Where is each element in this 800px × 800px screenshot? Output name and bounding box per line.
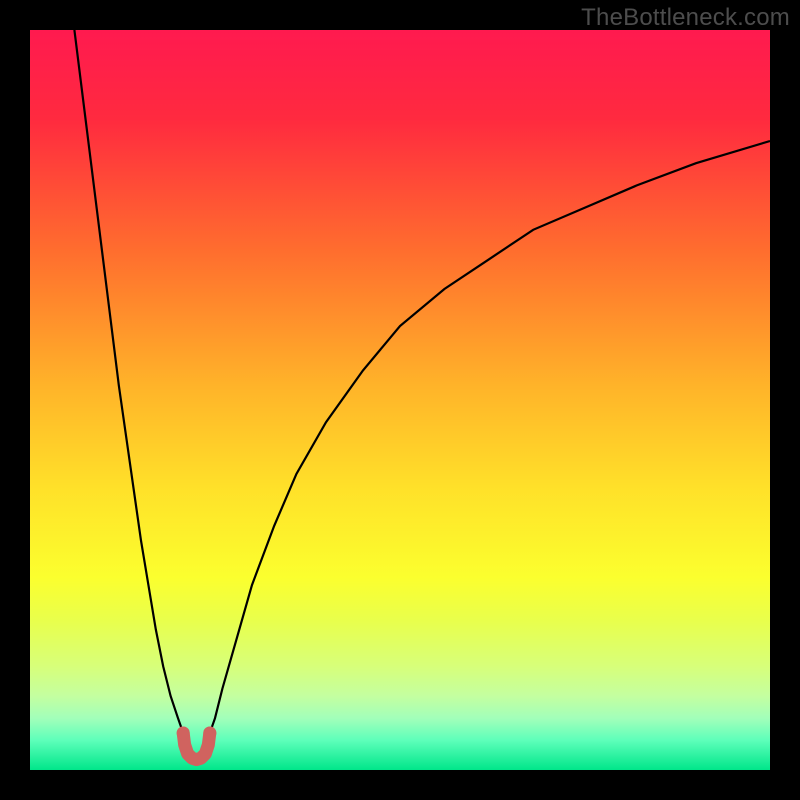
endpoint-dot-0 — [177, 727, 190, 740]
gradient-background — [30, 30, 770, 770]
watermark-text: TheBottleneck.com — [581, 4, 790, 32]
chart-svg — [30, 30, 770, 770]
chart-frame: TheBottleneck.com — [0, 0, 800, 800]
endpoint-dot-1 — [203, 727, 216, 740]
plot-area — [30, 30, 770, 770]
